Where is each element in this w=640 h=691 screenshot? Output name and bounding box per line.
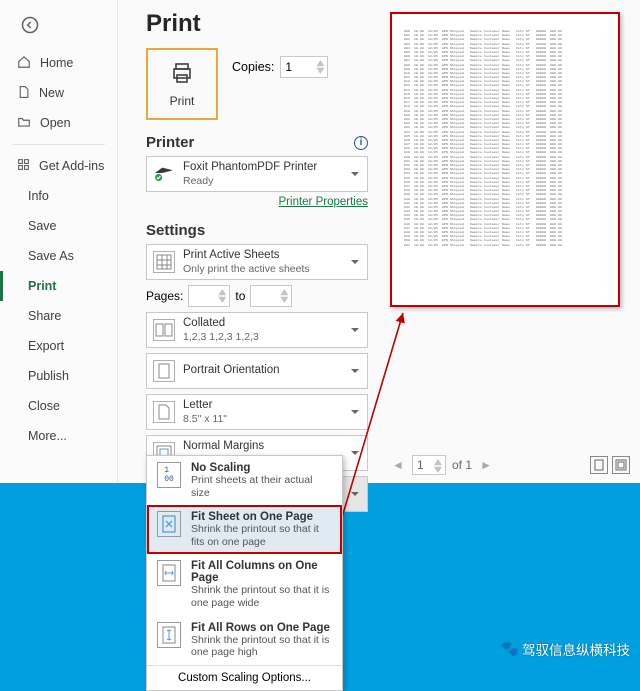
preview-page: // generate tiny rows to simulate data s… [390, 12, 620, 307]
no-scaling-icon: 100 [157, 462, 181, 488]
nav-home[interactable]: Home [0, 48, 117, 78]
printer-properties-link[interactable]: Printer Properties [146, 196, 368, 208]
sheets-icon [153, 251, 175, 273]
back-button[interactable] [15, 10, 45, 40]
paper-size-selector[interactable]: Letter8.5" x 11" [146, 394, 368, 430]
print-settings-panel: Print Print Copies: 1 Printer i Foxit Ph… [118, 0, 378, 483]
fit-rows-icon [157, 622, 181, 648]
scaling-option-none[interactable]: 100 No ScalingPrint sheets at their actu… [147, 456, 342, 505]
printer-icon [168, 61, 196, 88]
nav-new[interactable]: New [0, 78, 117, 108]
print-preview-panel: // generate tiny rows to simulate data s… [378, 0, 640, 483]
copies-input[interactable]: 1 [280, 56, 328, 78]
copies-label: Copies: [232, 60, 274, 74]
page-number-input[interactable]: 1 [412, 455, 446, 475]
scaling-option-fit-sheet[interactable]: Fit Sheet on One PageShrink the printout… [147, 505, 342, 554]
page-total-label: of 1 [452, 458, 472, 472]
scaling-option-fit-rows[interactable]: Fit All Rows on One PageShrink the print… [147, 616, 342, 665]
paw-icon: 🐾 [502, 641, 518, 657]
collation-selector[interactable]: Collated1,2,3 1,2,3 1,2,3 [146, 312, 368, 348]
nav-label: Home [40, 56, 73, 70]
folder-icon [17, 115, 31, 132]
nav-export[interactable]: Export [0, 331, 117, 361]
collate-icon [153, 319, 175, 341]
show-margins-button[interactable] [612, 456, 630, 474]
file-icon [17, 85, 30, 102]
home-icon [17, 55, 31, 72]
printer-selector[interactable]: Foxit PhantomPDF PrinterReady [146, 156, 368, 192]
fit-columns-icon [157, 560, 181, 586]
settings-heading: Settings [146, 222, 205, 239]
print-button-label: Print [170, 94, 195, 108]
nav-label: Get Add-ins [39, 159, 104, 173]
print-button[interactable]: Print [146, 48, 218, 120]
pages-from-input[interactable] [188, 285, 230, 307]
pages-to-label: to [235, 289, 245, 303]
orientation-selector[interactable]: Portrait Orientation [146, 353, 368, 389]
page-title: Print [146, 10, 368, 38]
info-icon[interactable]: i [354, 136, 368, 150]
nav-share[interactable]: Share [0, 301, 117, 331]
nav-open[interactable]: Open [0, 108, 117, 138]
backstage-sidebar: Home New Open Get Add-ins Info Save Save… [0, 0, 118, 483]
zoom-to-page-button[interactable] [590, 456, 608, 474]
nav-label: Open [40, 116, 71, 130]
nav-saveas[interactable]: Save As [0, 241, 117, 271]
scaling-dropdown: 100 No ScalingPrint sheets at their actu… [146, 455, 343, 691]
pages-label: Pages: [146, 289, 183, 303]
nav-info[interactable]: Info [0, 181, 117, 211]
print-what-selector[interactable]: Print Active SheetsOnly print the active… [146, 244, 368, 280]
grid-icon [17, 158, 30, 174]
nav-print[interactable]: Print [0, 271, 117, 301]
nav-save[interactable]: Save [0, 211, 117, 241]
printer-heading: Printer [146, 134, 194, 151]
fit-sheet-icon [157, 511, 181, 537]
watermark: 🐾 驾驭信息纵横科技 [502, 639, 630, 659]
nav-addins[interactable]: Get Add-ins [0, 151, 117, 181]
pages-to-input[interactable] [250, 285, 292, 307]
nav-more[interactable]: More... [0, 421, 117, 451]
next-page-button[interactable]: ► [478, 457, 494, 473]
custom-scaling-link[interactable]: Custom Scaling Options... [147, 665, 342, 686]
nav-publish[interactable]: Publish [0, 361, 117, 391]
page-icon [153, 401, 175, 423]
preview-pager: ◄ 1 of 1 ► [390, 449, 630, 483]
nav-label: New [39, 86, 64, 100]
printer-ready-icon [153, 164, 175, 185]
prev-page-button[interactable]: ◄ [390, 457, 406, 473]
scaling-option-fit-cols[interactable]: Fit All Columns on One PageShrink the pr… [147, 554, 342, 615]
nav-close[interactable]: Close [0, 391, 117, 421]
portrait-icon [153, 360, 175, 382]
